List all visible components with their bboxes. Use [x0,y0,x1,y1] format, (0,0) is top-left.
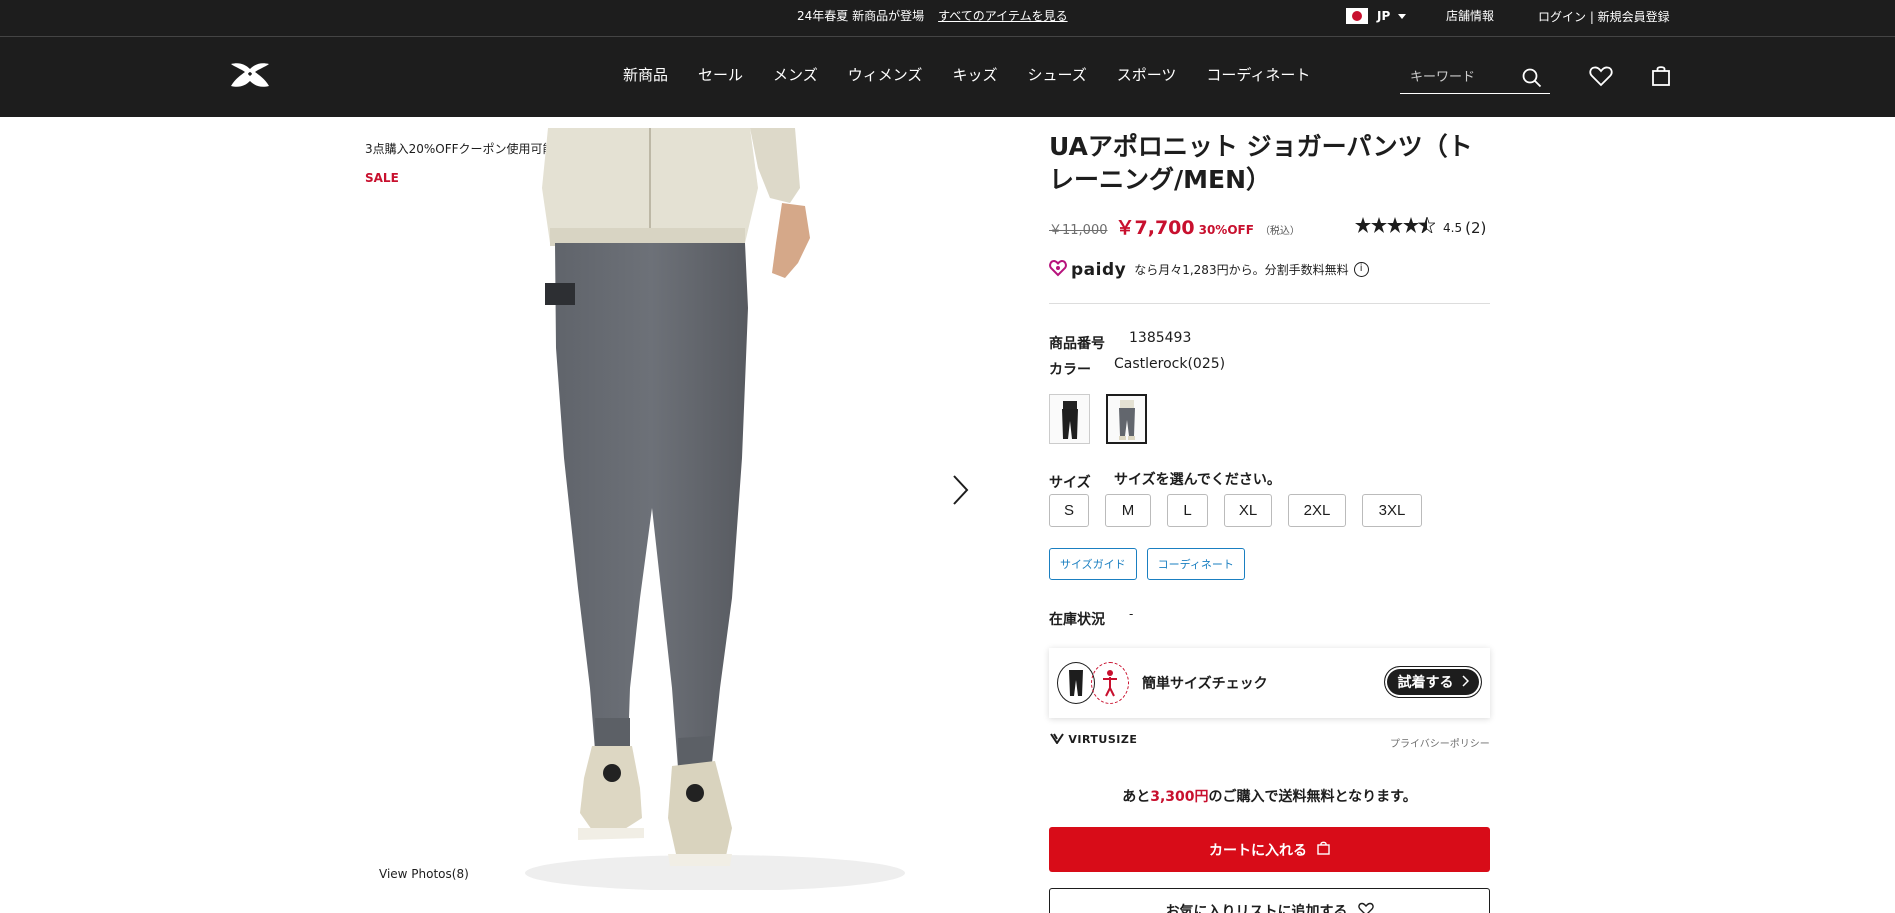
virtusize-logo-icon [1050,733,1064,745]
pants-icon [1057,662,1095,704]
size-option-3xl[interactable]: 3XL [1362,494,1422,527]
paidy-logo-icon [1049,259,1067,280]
size-options: S M L XL 2XL 3XL [1049,494,1438,527]
site-header: 新商品 セール メンズ ウィメンズ キッズ シューズ スポーツ コーディネート [0,37,1895,117]
shopping-bag-icon [1317,841,1330,859]
add-to-favorites-button[interactable]: お気に入りリストに追加する [1049,888,1490,913]
add-to-cart-label: カートに入れる [1209,842,1307,859]
store-info-link[interactable]: 店舗情報 [1446,7,1494,24]
paidy-installment: paidy なら月々1,283円から。分割手数料無料 i [1049,259,1369,280]
free-shipping-note: あと3,300円のご購入で送料無料となります。 [1049,786,1490,806]
stock-value: - [1129,607,1134,621]
shipping-suffix: のご購入で送料無料となります。 [1208,789,1417,805]
size-option-m[interactable]: M [1105,494,1151,527]
rating-stars [1355,215,1437,238]
sale-badge: SALE [365,171,399,185]
color-swatch-castlerock[interactable] [1106,394,1147,444]
promo-message: 24年春夏 新商品が登場 すべてのアイテムを見る [797,7,1068,24]
shipping-amount: 3,300円 [1150,789,1209,805]
original-price: ￥11,000 [1049,223,1108,238]
next-image-arrow-icon[interactable] [950,472,970,512]
size-links: サイズガイド コーディネート [1049,548,1255,580]
sale-price: ￥7,700 [1115,217,1195,239]
size-label: サイズ [1049,475,1091,491]
size-option-2xl[interactable]: 2XL [1288,494,1346,527]
nav-item-kids[interactable]: キッズ [952,64,997,85]
rating[interactable]: 4.5 (2) [1355,215,1486,238]
search-input[interactable] [1400,62,1510,93]
virtusize-text: 簡単サイズチェック [1142,676,1268,692]
nav-item-womens[interactable]: ウィメンズ [848,64,923,85]
japan-flag-icon [1346,8,1368,24]
nav-item-new[interactable]: 新商品 [623,64,668,85]
add-to-cart-button[interactable]: カートに入れる [1049,827,1490,872]
search-icon[interactable] [1522,68,1542,92]
product-title: UAアポロニット ジョガーパンツ（トレーニング/MEN） [1049,132,1473,194]
promo-link[interactable]: すべてのアイテムを見る [938,9,1067,23]
language-label: JP [1377,9,1391,23]
product-photo[interactable] [500,128,930,891]
login-register-link[interactable]: ログイン | 新規会員登録 [1538,8,1670,25]
promo-text: 24年春夏 新商品が登場 [797,9,925,23]
color-value: Castlerock(025) [1114,356,1226,372]
discount-rate: 30%OFF [1198,223,1254,237]
shipping-prefix: あと [1122,789,1151,805]
shopping-bag-icon[interactable] [1651,65,1671,91]
try-on-label: 試着する [1397,674,1454,690]
chevron-right-icon [1461,674,1469,690]
under-armour-logo[interactable] [229,61,271,89]
announcement-bar: 24年春夏 新商品が登場 すべてのアイテムを見る JP 店舗情報 ログイン | 新… [0,0,1895,37]
size-prompt: サイズを選んでください。 [1114,472,1281,488]
tax-note: （税込） [1259,226,1300,237]
heart-icon [1357,902,1374,913]
review-count[interactable]: (2) [1465,219,1486,237]
color-swatch-black[interactable] [1049,394,1090,444]
nav-item-coordinate[interactable]: コーディネート [1206,64,1310,85]
paidy-text: なら月々1,283円から。分割手数料無料 [1134,263,1349,277]
try-on-button[interactable]: 試着する [1384,666,1482,698]
nav-item-shoes[interactable]: シューズ [1027,64,1086,85]
virtusize-brand: VIRTUSIZE [1068,733,1138,746]
price-row: ￥11,000 ￥7,700 30%OFF （税込） [1049,213,1300,240]
stock-label: 在庫状況 [1049,612,1105,628]
divider [1049,303,1490,304]
body-measure-icon [1091,662,1129,704]
main-nav: 新商品 セール メンズ ウィメンズ キッズ シューズ スポーツ コーディネート [623,64,1340,85]
virtusize-icons [1057,662,1129,704]
chevron-down-icon [1398,13,1407,19]
privacy-policy-link[interactable]: プライバシーポリシー [1390,735,1490,750]
rating-value: 4.5 [1443,220,1463,235]
nav-item-sports[interactable]: スポーツ [1117,64,1177,85]
sku-label: 商品番号 [1049,336,1105,352]
heart-icon[interactable] [1589,65,1613,91]
coordinate-button[interactable]: コーディネート [1146,548,1245,580]
size-option-s[interactable]: S [1049,494,1089,527]
view-photos-link[interactable]: View Photos(8) [379,867,469,881]
virtusize-logo: VIRTUSIZE [1050,733,1137,746]
nav-item-mens[interactable]: メンズ [773,64,818,85]
color-label: カラー [1049,362,1091,378]
paidy-brand: paidy [1071,259,1127,280]
info-icon[interactable]: i [1353,262,1369,277]
add-to-favorites-label: お気に入りリストに追加する [1165,903,1348,913]
search-box [1400,62,1550,94]
language-selector[interactable]: JP [1346,8,1407,24]
size-option-xl[interactable]: XL [1224,494,1272,527]
sku-value: 1385493 [1129,330,1192,346]
nav-item-sale[interactable]: セール [698,64,743,85]
size-guide-button[interactable]: サイズガイド [1049,548,1137,580]
virtusize-widget[interactable]: 簡単サイズチェック 試着する [1049,648,1490,718]
size-option-l[interactable]: L [1167,494,1208,527]
